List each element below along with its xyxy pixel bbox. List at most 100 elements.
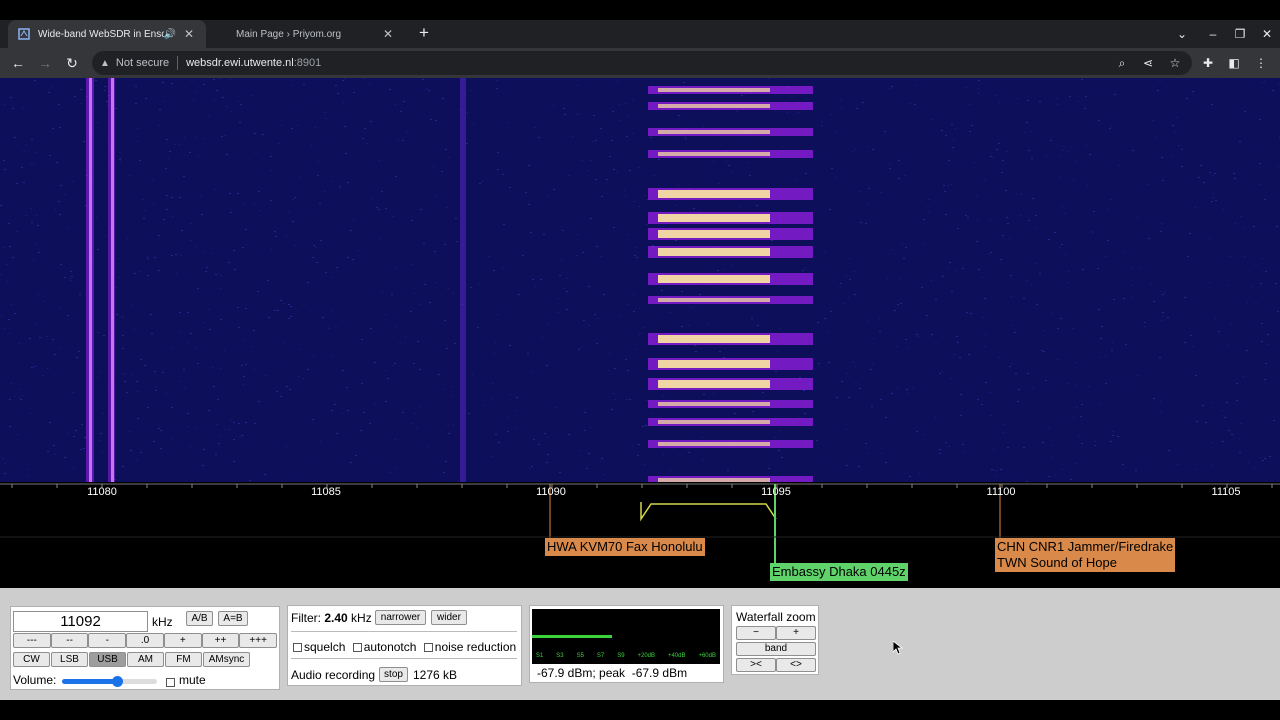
waterfall-noise (1064, 213, 1066, 214)
address-bar[interactable]: ▲ Not secure websdr.ewi.utwente.nl :8901 (92, 51, 1192, 75)
close-icon[interactable]: ✕ (182, 27, 196, 41)
waterfall-noise (1056, 98, 1058, 99)
step-up-1-button[interactable]: + (163, 633, 202, 648)
waterfall-noise (1229, 256, 1231, 257)
waterfall-noise (3, 247, 5, 248)
reload-icon[interactable]: ↻ (60, 48, 84, 78)
checkbox-box[interactable] (423, 643, 433, 653)
waterfall-noise (385, 314, 387, 315)
zoom-in-button[interactable]: + (776, 626, 816, 640)
waterfall-noise (122, 374, 124, 375)
station-label-hwa[interactable]: HWA KVM70 Fax Honolulu (545, 538, 705, 556)
waterfall-noise (891, 249, 893, 250)
waterfall-noise (1110, 199, 1112, 200)
speaker-icon[interactable]: 🔊 (164, 29, 176, 40)
back-icon[interactable]: ← (6, 48, 30, 78)
waterfall-noise (538, 444, 540, 445)
volume-knob[interactable] (112, 676, 124, 687)
waterfall-display[interactable] (0, 78, 1280, 482)
station-label-embassy-dhaka[interactable]: Embassy Dhaka 0445z (770, 563, 908, 581)
mode-amsync-button[interactable]: AMsync (203, 652, 250, 667)
a-equals-b-button[interactable]: A=B (218, 611, 248, 626)
noise-reduction-label[interactable]: noise reduction (435, 640, 516, 654)
stop-recording-button[interactable]: stop (379, 667, 408, 682)
waterfall-noise (292, 199, 294, 200)
smeter-scale: S1 S3 S5 S7 S9 +20dB +40dB +60dB (536, 653, 716, 659)
checkbox-box[interactable] (166, 678, 175, 688)
station-label-chn-cnr1[interactable]: CHN CNR1 Jammer/Firedrake TWN Sound of H… (995, 538, 1176, 572)
step-down-3-button[interactable]: --- (13, 633, 51, 648)
bookmark-star-icon[interactable]: ☆ (1164, 48, 1186, 78)
tab-priyom[interactable]: Main Page › Priyom.org ✕ (210, 20, 405, 48)
waterfall-noise (80, 449, 82, 450)
mode-usb-button[interactable]: USB (89, 652, 126, 667)
waterfall-noise (1212, 465, 1214, 466)
waterfall-canvas[interactable] (0, 78, 1280, 482)
signal-level-bar (532, 635, 613, 638)
waterfall-noise (559, 472, 561, 473)
restore-icon[interactable]: ❐ (1227, 20, 1253, 48)
step-up-3-button[interactable]: +++ (239, 633, 278, 648)
volume-slider[interactable] (62, 676, 157, 687)
mode-lsb-button[interactable]: LSB (51, 652, 88, 667)
autonotch-label[interactable]: autonotch (364, 640, 417, 654)
ab-button[interactable]: A/B (186, 611, 213, 626)
waterfall-noise (477, 327, 479, 328)
step-down-2-button[interactable]: -- (50, 633, 89, 648)
tab-search-chevron-icon[interactable]: ⌄ (1169, 20, 1195, 48)
menu-kebab-icon[interactable]: ⋮ (1250, 48, 1272, 78)
waterfall-noise (652, 245, 654, 246)
waterfall-noise (21, 167, 23, 168)
zoom-narrow-button[interactable]: >< (736, 658, 776, 672)
checkbox-box[interactable] (352, 643, 362, 653)
waterfall-noise (155, 390, 157, 391)
new-tab-icon[interactable]: + (414, 20, 434, 48)
forward-icon[interactable]: → (33, 48, 57, 78)
mute-label[interactable]: mute (179, 673, 206, 687)
window-close-icon[interactable]: ✕ (1254, 20, 1280, 48)
waterfall-noise (30, 208, 32, 209)
autonotch-checkbox[interactable] (352, 640, 364, 654)
zoom-search-icon[interactable]: ⌕ (1111, 48, 1133, 78)
waterfall-noise (216, 424, 218, 425)
frequency-scale[interactable]: 11080 11085 11090 11095 11100 11105 HWA … (0, 482, 1280, 588)
zoom-out-button[interactable]: − (736, 626, 776, 640)
extensions-icon[interactable]: ✚ (1197, 48, 1219, 78)
security-status[interactable]: Not secure (116, 57, 169, 69)
waterfall-noise (848, 397, 850, 398)
mode-cw-button[interactable]: CW (13, 652, 50, 667)
share-icon[interactable]: ⋖ (1137, 48, 1159, 78)
frequency-input[interactable]: 11092 (13, 611, 148, 632)
waterfall-noise (435, 195, 437, 196)
waterfall-noise (1015, 193, 1017, 194)
waterfall-noise (140, 452, 142, 453)
zoom-wide-button[interactable]: <> (776, 658, 816, 672)
waterfall-noise (1048, 476, 1050, 477)
minimize-icon[interactable]: – (1200, 20, 1226, 48)
checkbox-box[interactable] (293, 643, 302, 653)
round-button[interactable]: .0 (126, 633, 164, 648)
squelch-checkbox[interactable] (293, 640, 304, 654)
side-panel-icon[interactable]: ◧ (1223, 48, 1245, 78)
waterfall-noise (122, 466, 124, 467)
mute-checkbox[interactable] (166, 674, 177, 692)
mode-am-button[interactable]: AM (127, 652, 164, 667)
mode-fm-button[interactable]: FM (165, 652, 202, 667)
warning-icon[interactable]: ▲ (100, 58, 110, 69)
noise-reduction-checkbox[interactable] (423, 640, 435, 654)
wider-button[interactable]: wider (431, 610, 467, 625)
waterfall-noise (532, 279, 534, 280)
tab-websdr[interactable]: Wide-band WebSDR in Ensch 🔊 ✕ (8, 20, 206, 48)
narrower-button[interactable]: narrower (375, 610, 426, 625)
waterfall-noise (255, 152, 257, 153)
close-icon[interactable]: ✕ (381, 27, 395, 41)
zoom-band-button[interactable]: band (736, 642, 816, 656)
step-down-1-button[interactable]: - (88, 633, 127, 648)
waterfall-noise (446, 348, 448, 349)
waterfall-noise (914, 104, 916, 105)
waterfall-noise (394, 363, 396, 364)
waterfall-noise (1265, 271, 1267, 272)
waterfall-noise (971, 125, 973, 126)
squelch-label[interactable]: squelch (304, 640, 345, 654)
step-up-2-button[interactable]: ++ (201, 633, 240, 648)
